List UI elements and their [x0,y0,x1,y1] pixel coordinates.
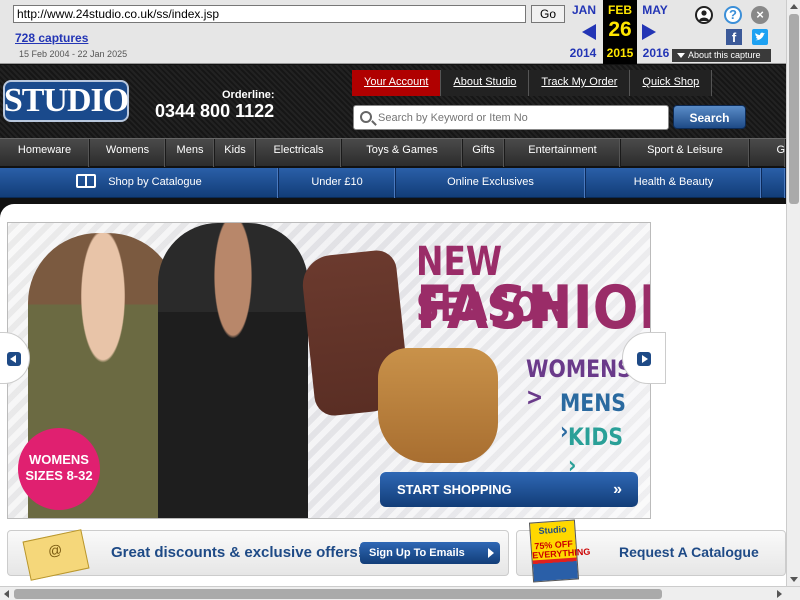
scroll-down-icon[interactable] [790,577,798,582]
request-catalogue-strip[interactable]: Studio 75% OFF EVERYTHING Request A Catal… [516,519,786,583]
cat-item-under-10[interactable]: Under £10 [279,168,396,198]
search-icon [360,111,372,123]
nav-item-womens[interactable]: Womens [90,139,166,167]
hero-banner[interactable]: NEW SEASON FASHION WOMENS > MENS › KIDS … [7,222,651,519]
chevron-right-icon [637,352,651,366]
catalogue-cover-image: Studio 75% OFF EVERYTHING [528,519,591,583]
hero-link-kids-label: KIDS [568,423,624,451]
wayback-next-arrow-icon[interactable] [642,24,656,40]
close-icon[interactable]: × [751,6,769,24]
quick-shop-link[interactable]: Quick Shop [630,70,713,96]
nav-item-toys-games[interactable]: Toys & Games [342,139,463,167]
wayback-captures-link[interactable]: 728 captures [15,31,88,45]
browser-viewport: Go 728 captures 15 Feb 2004 - 22 Jan 202… [0,0,800,600]
envelope-icon [22,529,90,581]
nav-item-mens[interactable]: Mens [166,139,215,167]
wayback-current-capture: FEB 26 2015 [603,0,637,64]
wayback-capture-range: 15 Feb 2004 - 22 Jan 2025 [19,49,128,59]
wayback-current-month: FEB [608,3,632,17]
nav-item-kids[interactable]: Kids [215,139,256,167]
site-header: STUDIO Orderline: 0344 800 1122 Your Acc… [0,65,786,138]
offers-text: Great discounts & exclusive offers! [111,544,363,561]
wayback-toolbar: Go 728 captures 15 Feb 2004 - 22 Jan 202… [0,0,786,64]
cat-item-more[interactable] [762,168,786,198]
request-catalogue-link[interactable]: Request A Catalogue [619,544,759,560]
logo-text: STUDIO [3,82,129,119]
top-links: Your Account About Studio Track My Order… [352,70,713,96]
catalogue-cover-offer: 75% OFF EVERYTHING [531,538,591,561]
wayback-about-capture[interactable]: About this capture [672,49,771,62]
badge-line2: SIZES 8-32 [25,468,93,483]
wayback-prev-arrow-icon[interactable] [582,24,596,40]
search-input[interactable] [378,109,658,127]
page-content: NEW SEASON FASHION WOMENS > MENS › KIDS … [0,204,786,586]
hero-link-kids[interactable]: KIDS › [568,423,638,479]
horizontal-scrollbar[interactable] [0,586,800,600]
help-icon[interactable]: ? [724,6,742,24]
your-account-link[interactable]: Your Account [352,70,442,96]
wayback-prev-month[interactable]: JAN [566,3,602,17]
horizontal-scroll-thumb[interactable] [14,589,662,599]
cat-item-label: Shop by Catalogue [108,176,202,188]
cat-item-online-exclusives[interactable]: Online Exclusives [396,168,586,198]
catalogue-cover-top: Studio [538,524,567,537]
wayback-go-button[interactable]: Go [531,5,565,23]
scroll-left-icon[interactable] [4,590,9,598]
hero-model-man [158,223,308,518]
wayback-prev-year[interactable]: 2014 [565,46,601,60]
twitter-icon[interactable] [752,29,768,45]
scroll-right-icon[interactable] [777,590,782,598]
search-button[interactable]: Search [673,105,746,129]
hero-boot-tan [378,348,498,463]
facebook-icon[interactable]: f [726,29,742,45]
cat-item-health-beauty[interactable]: Health & Beauty [586,168,762,198]
wayback-url-input[interactable] [13,5,526,23]
scroll-up-icon[interactable] [790,4,798,9]
studio-logo[interactable]: STUDIO [3,80,129,122]
nav-item-homeware[interactable]: Homeware [0,139,90,167]
sizes-badge: WOMENS SIZES 8-32 [18,428,100,510]
nav-item-electricals[interactable]: Electricals [256,139,342,167]
nav-item-sport-leisure[interactable]: Sport & Leisure [621,139,750,167]
hero-link-mens-label: MENS [560,389,627,417]
orderline-number: 0344 800 1122 [155,101,275,121]
catalogue-book-icon [76,174,97,189]
main-nav: Homeware Womens Mens Kids Electricals To… [0,138,786,167]
cat-item-shop-by-catalogue[interactable]: Shop by Catalogue [0,168,279,198]
nav-item-gifts[interactable]: Gifts [463,139,505,167]
nav-item-more[interactable]: G [750,139,786,167]
nav-item-entertainment[interactable]: Entertainment [505,139,621,167]
sign-up-emails-button[interactable]: Sign Up To Emails [360,542,500,564]
vertical-scroll-thumb[interactable] [789,14,799,204]
chevron-left-icon [7,352,21,366]
track-my-order-link[interactable]: Track My Order [529,70,631,96]
wayback-next-month[interactable]: MAY [637,3,673,17]
about-studio-link[interactable]: About Studio [441,70,530,96]
wayback-current-day: 26 [608,18,632,41]
vertical-scrollbar[interactable] [786,0,800,586]
search-box [353,105,669,130]
catalogue-nav: Shop by Catalogue Under £10 Online Exclu… [0,168,786,198]
orderline-label: Orderline: [222,89,275,101]
hero-title-line2: FASHION [416,273,650,343]
user-icon[interactable] [695,6,713,24]
start-shopping-button[interactable]: START SHOPPING [380,472,638,507]
badge-line1: WOMENS [29,452,89,467]
wayback-current-year: 2015 [606,46,634,60]
email-signup-strip: Great discounts & exclusive offers! Sign… [7,529,509,581]
carousel-next-button[interactable] [622,332,666,384]
wayback-next-year[interactable]: 2016 [638,46,674,60]
